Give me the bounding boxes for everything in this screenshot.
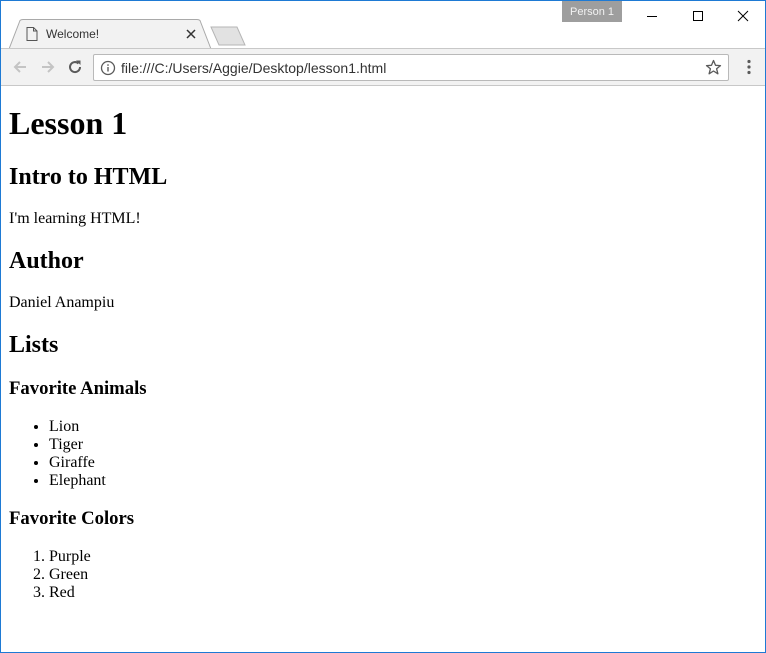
close-window-button[interactable] — [720, 1, 765, 31]
favorite-colors-heading: Favorite Colors — [9, 508, 135, 529]
maximize-button[interactable] — [675, 1, 721, 31]
url-text[interactable]: file:///C:/Users/Aggie/Desktop/lesson1.h… — [121, 60, 386, 76]
tab-title: Welcome! — [46, 27, 100, 41]
list-item: Elephant — [49, 472, 759, 490]
info-icon[interactable] — [100, 60, 116, 76]
profile-badge[interactable]: Person 1 — [562, 1, 622, 22]
favorite-animals-heading: Favorite Animals — [9, 378, 147, 399]
list-item: Green — [49, 566, 759, 584]
reload-icon — [69, 60, 82, 74]
back-arrow-icon — [13, 61, 26, 73]
browser-menu-button[interactable] — [739, 57, 759, 77]
address-bar[interactable]: file:///C:/Users/Aggie/Desktop/lesson1.h… — [93, 54, 729, 81]
page-content: Lesson 1 Intro to HTML I'm learning HTML… — [9, 87, 759, 618]
close-icon — [737, 10, 749, 22]
minimize-icon — [647, 16, 657, 17]
intro-heading: Intro to HTML — [9, 164, 168, 190]
new-tab-button[interactable] — [209, 26, 247, 46]
favorite-colors-list: Purple Green Red — [9, 548, 759, 602]
maximize-icon — [693, 11, 703, 21]
minimize-button[interactable] — [629, 1, 675, 31]
author-name: Daniel Anampiu — [9, 294, 115, 311]
browser-toolbar: file:///C:/Users/Aggie/Desktop/lesson1.h… — [1, 48, 765, 86]
browser-window: Welcome! Person 1 file:///C:/Users/Aggie… — [0, 0, 766, 653]
reload-button[interactable] — [65, 57, 85, 77]
intro-text: I'm learning HTML! — [9, 210, 141, 227]
favorite-animals-list: Lion Tiger Giraffe Elephant — [9, 418, 759, 490]
back-button[interactable] — [10, 57, 30, 77]
vertical-dots-icon — [747, 59, 751, 75]
list-item: Giraffe — [49, 454, 759, 472]
tab-welcome[interactable]: Welcome! — [9, 19, 213, 49]
list-item: Lion — [49, 418, 759, 436]
bookmark-star-icon[interactable] — [705, 59, 722, 76]
list-item: Purple — [49, 548, 759, 566]
list-item: Tiger — [49, 436, 759, 454]
page-title: Lesson 1 — [9, 105, 128, 141]
title-bar: Welcome! Person 1 — [1, 1, 765, 49]
document-icon — [26, 27, 38, 41]
forward-arrow-icon — [42, 61, 55, 73]
close-tab-icon[interactable] — [184, 27, 198, 41]
author-heading: Author — [9, 248, 84, 274]
tab-background — [9, 19, 212, 49]
list-item: Red — [49, 584, 759, 602]
forward-button[interactable] — [38, 57, 58, 77]
lists-heading: Lists — [9, 332, 59, 358]
